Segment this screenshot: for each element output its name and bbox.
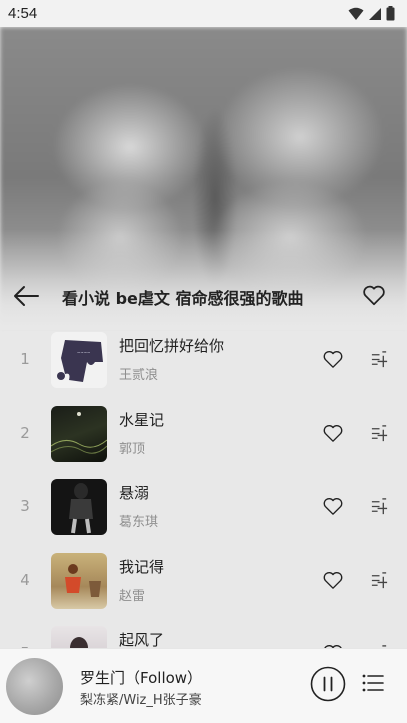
heart-icon[interactable] [322,570,344,590]
back-arrow-icon[interactable] [12,284,40,308]
signal-icon [369,7,381,20]
song-list: 1 ~~~~ 把回忆拼好给你 王贰浪 2 水星记 郭顶 3 悬溺 葛东琪 4 我… [0,326,407,694]
svg-text:~~~~: ~~~~ [77,350,90,355]
song-row[interactable]: 4 我记得 赵雷 [0,547,407,621]
battery-icon [386,6,395,21]
song-artist: 葛东琪 [119,515,159,530]
playlist-title: 看小说 be虐文 宿命感很强的歌曲 [62,289,304,308]
song-row[interactable]: 3 悬溺 葛东琪 [0,473,407,547]
now-playing-title: 罗生门（Follow） [80,669,203,687]
song-artist: 郭顶 [119,441,146,457]
song-title: 起风了 [119,631,165,649]
album-cover [51,552,107,609]
song-artist: 王贰浪 [119,368,159,383]
song-title: 悬溺 [119,484,150,502]
song-index: 3 [20,497,30,515]
status-bar: 4:54 [0,0,407,27]
song-title: 把回忆拼好给你 [119,337,225,355]
add-to-playlist-icon[interactable] [370,497,389,516]
song-title: 水星记 [119,410,165,429]
song-row[interactable]: 2 水星记 郭顶 [0,400,407,474]
status-time: 4:54 [8,5,38,22]
song-row[interactable]: 1 ~~~~ 把回忆拼好给你 王贰浪 [0,326,407,400]
pause-icon[interactable] [310,666,346,702]
song-index: 2 [20,423,30,442]
album-cover [51,405,107,462]
heart-icon[interactable] [322,423,344,443]
add-to-playlist-icon[interactable] [370,424,389,443]
song-artist: 赵雷 [119,588,146,604]
heart-icon[interactable] [361,282,387,308]
heart-icon[interactable] [322,349,344,369]
header-bar: 看小说 be虐文 宿命感很强的歌曲 [0,276,407,316]
add-to-playlist-icon[interactable] [370,350,389,369]
add-to-playlist-icon[interactable] [370,571,389,590]
album-cover: ~~~~ [51,332,107,388]
now-playing-artist: 梨冻紧/Wiz_H张子豪 [80,693,202,708]
wifi-icon [348,7,364,20]
song-title: 我记得 [119,557,165,576]
song-index: 1 [20,350,30,368]
now-playing-disc[interactable] [6,658,63,715]
mini-player[interactable]: 罗生门（Follow） 梨冻紧/Wiz_H张子豪 [0,648,407,723]
album-cover [51,479,107,535]
playlist-queue-icon[interactable] [362,673,384,693]
status-icons [348,6,395,21]
song-index: 4 [20,570,30,589]
heart-icon[interactable] [322,496,344,516]
